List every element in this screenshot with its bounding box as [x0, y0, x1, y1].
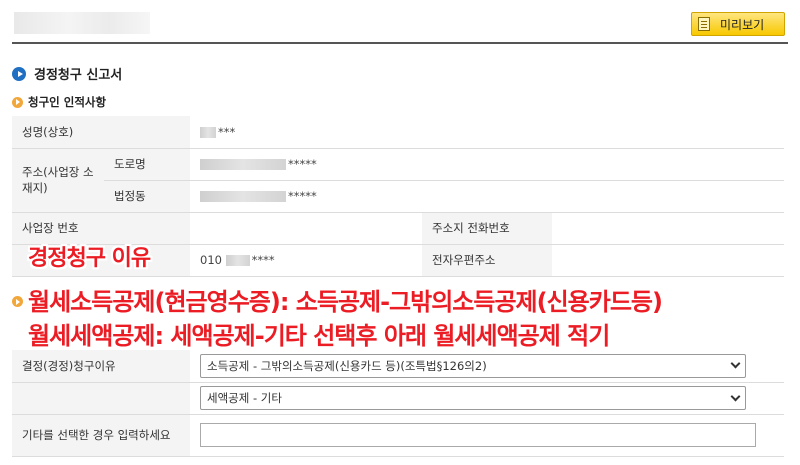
preview-button[interactable]: 미리보기 — [691, 12, 785, 36]
reason-label-empty — [12, 382, 190, 415]
blurred-header-text — [14, 12, 150, 34]
mobile-value: 010 **** — [190, 244, 422, 277]
preview-button-label: 미리보기 — [720, 17, 765, 32]
annotation-title: 경정청구 이유 — [28, 246, 151, 271]
chevron-down-icon — [730, 391, 741, 401]
other-label: 기타를 선택한 경우 입력하세요 — [12, 414, 190, 457]
reason-select-2-value: 세액공제 - 기타 — [207, 391, 282, 405]
reason-select-1[interactable]: 소득공제 - 그밖의소득공제(신용카드 등)(조특법§126의2) — [200, 353, 746, 378]
arrow-bullet-icon — [12, 66, 26, 81]
reason-select-cell: 세액공제 - 기타 — [190, 382, 784, 415]
arrow-bullet-icon — [12, 96, 23, 108]
name-value: *** — [190, 116, 784, 149]
chevron-down-icon — [730, 358, 741, 369]
road-value: ***** — [190, 148, 784, 181]
reason-label: 결정(경정)청구이유 — [12, 350, 190, 383]
name-label: 성명(상호) — [12, 116, 190, 149]
section-subtitle: 청구인 인적사항 — [12, 94, 106, 110]
road-label: 도로명 — [104, 148, 190, 181]
biz-no-value — [190, 212, 422, 245]
other-input-cell — [190, 414, 784, 457]
other-reason-input[interactable] — [200, 423, 756, 447]
email-value — [552, 244, 784, 277]
address-label: 주소(사업장 소재지) — [12, 148, 104, 213]
page-title: 경정청구 신고서 — [12, 64, 122, 83]
phone-value — [552, 212, 784, 245]
reason-select-1-value: 소득공제 - 그밖의소득공제(신용카드 등)(조특법§126의2) — [207, 358, 487, 373]
phone-label: 주소지 전화번호 — [422, 212, 552, 245]
email-label: 전자우편주소 — [422, 244, 552, 277]
annotation-line-2: 월세세액공제: 세액공제-기타 선택후 아래 월세세액공제 적기 — [28, 322, 610, 350]
reason-select-cell: 소득공제 - 그밖의소득공제(신용카드 등)(조특법§126의2) — [190, 350, 784, 383]
legal-label: 법정동 — [104, 180, 190, 213]
arrow-bullet-icon — [12, 296, 23, 307]
claim-reason-table: 결정(경정)청구이유 소득공제 - 그밖의소득공제(신용카드 등)(조특법§12… — [12, 350, 784, 457]
section-subtitle-text: 청구인 인적사항 — [28, 95, 107, 109]
document-icon — [698, 17, 710, 31]
header-divider — [12, 42, 788, 44]
legal-value: ***** — [190, 180, 784, 213]
annotation-line-1: 월세소득공제(현금영수증): 소득공제-그밖의소득공제(신용카드등) — [28, 288, 663, 316]
page-title-text: 경정청구 신고서 — [34, 68, 123, 83]
reason-select-2[interactable]: 세액공제 - 기타 — [200, 386, 746, 410]
